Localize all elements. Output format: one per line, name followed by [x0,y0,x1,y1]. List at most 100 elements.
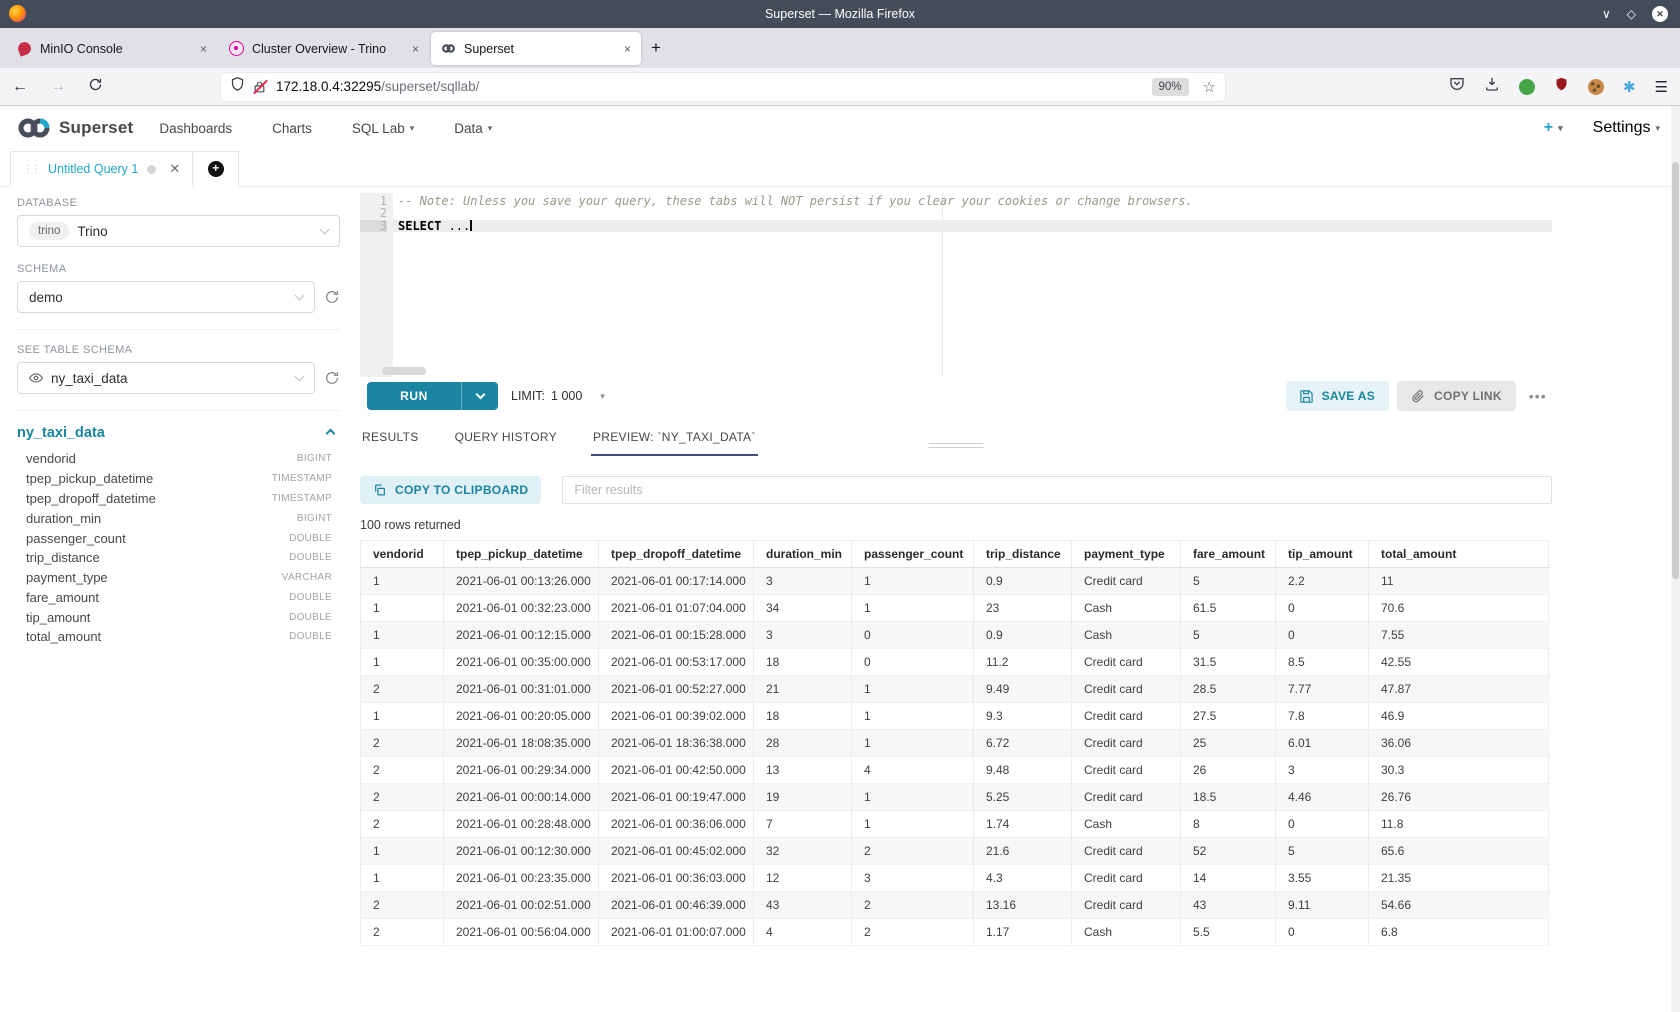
nav-sql-lab[interactable]: SQL Lab▾ [352,121,414,136]
header-cell[interactable]: fare_amount [1181,541,1276,568]
nav-charts[interactable]: Charts [272,121,312,136]
refresh-table-icon[interactable] [324,370,340,386]
pane-resize-handle[interactable] [929,443,984,451]
page-scrollbar[interactable] [1671,106,1680,1012]
database-select[interactable]: trino Trino [17,215,340,247]
cookie-icon[interactable] [1588,79,1604,95]
menu-icon[interactable]: ☰ [1655,78,1668,96]
table-schema-header[interactable]: ny_taxi_data [17,425,340,441]
table-row[interactable]: 12021-06-01 00:13:26.0002021-06-01 00:17… [361,568,1548,595]
editor-code-area[interactable]: -- Note: Unless you save your query, the… [393,193,1552,377]
new-tab-button[interactable]: + [642,33,670,63]
table-row[interactable]: 22021-06-01 00:29:34.0002021-06-01 00:42… [361,757,1548,784]
run-button[interactable]: RUN [367,382,498,410]
url-bar[interactable]: 172.18.0.4:32295/superset/sqllab/ 90% ☆ [221,73,1225,101]
table-row[interactable]: 22021-06-01 00:00:14.0002021-06-01 00:19… [361,784,1548,811]
url-text[interactable]: 172.18.0.4:32295/superset/sqllab/ [276,79,479,94]
table-row[interactable]: 12021-06-01 00:20:05.0002021-06-01 00:39… [361,703,1548,730]
header-cell[interactable]: tip_amount [1276,541,1369,568]
header-cell[interactable]: tpep_pickup_datetime [444,541,599,568]
more-actions-button[interactable]: ••• [1524,389,1552,404]
nav-dashboards[interactable]: Dashboards [159,121,232,136]
tab-close-icon[interactable]: × [412,42,419,56]
add-query-tab-button[interactable]: + [193,151,239,187]
header-cell[interactable]: tpep_dropoff_datetime [599,541,754,568]
table-row[interactable]: 12021-06-01 00:35:00.0002021-06-01 00:53… [361,649,1548,676]
header-cell[interactable]: trip_distance [974,541,1072,568]
tab-results[interactable]: RESULTS [360,428,421,456]
filter-results-input[interactable] [562,476,1552,504]
browser-tab-minio[interactable]: MinIO Console × [7,32,217,65]
column-name: payment_type [26,570,108,585]
cell: 70.6 [1369,595,1550,622]
column-item[interactable]: duration_minBIGINT [17,508,340,528]
cell: Credit card [1072,757,1181,784]
sql-editor[interactable]: 1 2 3 -- Note: Unless you save your quer… [360,193,1552,377]
browser-tab-superset[interactable]: Superset × [431,32,641,65]
header-cell[interactable]: passenger_count [852,541,974,568]
settings-menu[interactable]: Settings▾ [1593,119,1660,137]
copy-link-button[interactable]: COPY LINK [1397,381,1516,411]
header-cell[interactable]: payment_type [1072,541,1181,568]
table-select[interactable]: ny_taxi_data [17,362,315,394]
table-row[interactable]: 12021-06-01 00:12:30.0002021-06-01 00:45… [361,838,1548,865]
downloads-icon[interactable] [1484,76,1500,97]
cell: 43 [1181,892,1276,919]
reload-icon[interactable] [88,77,103,97]
drag-handle-icon[interactable]: ⋮⋮ [23,164,39,175]
tab-close-icon[interactable]: × [200,42,207,56]
table-row[interactable]: 12021-06-01 00:32:23.0002021-06-01 01:07… [361,595,1548,622]
column-item[interactable]: tpep_dropoff_datetimeTIMESTAMP [17,489,340,509]
scrollbar-thumb[interactable] [1672,162,1679,579]
column-item[interactable]: trip_distanceDOUBLE [17,548,340,568]
cell: 2021-06-01 00:39:02.000 [599,703,754,730]
nav-data[interactable]: Data▾ [454,121,492,136]
table-row[interactable]: 22021-06-01 00:02:51.0002021-06-01 00:46… [361,892,1548,919]
editor-hscrollbar[interactable] [382,367,426,375]
container-icon[interactable]: ✱ [1623,78,1636,96]
copy-to-clipboard-button[interactable]: COPY TO CLIPBOARD [360,476,541,504]
privacy-badger-icon[interactable] [1519,79,1535,95]
table-row[interactable]: 22021-06-01 00:56:04.0002021-06-01 01:00… [361,919,1548,946]
run-label[interactable]: RUN [367,382,461,410]
chevron-up-icon[interactable] [326,428,336,438]
shield-icon[interactable] [230,76,245,97]
query-tab[interactable]: ⋮⋮ Untitled Query 1 ✕ [10,151,193,187]
table-row[interactable]: 22021-06-01 00:28:48.0002021-06-01 00:36… [361,811,1548,838]
ublock-icon[interactable] [1554,76,1569,97]
tab-preview[interactable]: PREVIEW: `NY_TAXI_DATA` [591,428,758,456]
pocket-icon[interactable] [1449,76,1465,97]
lock-insecure-icon[interactable] [253,80,268,94]
table-row[interactable]: 12021-06-01 00:23:35.0002021-06-01 00:36… [361,865,1548,892]
table-row[interactable]: 22021-06-01 18:08:35.0002021-06-01 18:36… [361,730,1548,757]
table-row[interactable]: 22021-06-01 00:31:01.0002021-06-01 00:52… [361,676,1548,703]
refresh-schema-icon[interactable] [324,289,340,305]
back-icon[interactable]: ← [12,78,28,96]
bookmark-star-icon[interactable]: ☆ [1203,78,1216,96]
header-cell[interactable]: total_amount [1369,541,1550,568]
column-item[interactable]: passenger_countDOUBLE [17,528,340,548]
header-cell[interactable]: duration_min [754,541,852,568]
limit-dropdown[interactable]: LIMIT: 1 000 ▾ [511,389,605,403]
column-item[interactable]: total_amountDOUBLE [17,627,340,647]
superset-logo[interactable]: Superset [16,116,133,140]
query-tab-close-icon[interactable]: ✕ [169,161,180,177]
column-item[interactable]: vendoridBIGINT [17,449,340,469]
run-dropdown-button[interactable] [461,382,498,410]
window-close-icon[interactable]: ✕ [1652,6,1668,22]
column-item[interactable]: tpep_pickup_datetimeTIMESTAMP [17,469,340,489]
save-as-button[interactable]: SAVE AS [1286,381,1389,411]
column-item[interactable]: fare_amountDOUBLE [17,587,340,607]
column-item[interactable]: tip_amountDOUBLE [17,607,340,627]
tab-close-icon[interactable]: × [624,42,631,56]
window-maximize-icon[interactable]: ◇ [1627,7,1636,21]
schema-select[interactable]: demo [17,281,315,313]
header-cell[interactable]: vendorid [361,541,444,568]
new-item-button[interactable]: +▾ [1544,119,1563,137]
column-item[interactable]: payment_typeVARCHAR [17,568,340,588]
browser-tab-trino[interactable]: Cluster Overview - Trino × [219,32,429,65]
window-minimize-icon[interactable]: ∨ [1602,7,1611,21]
tab-query-history[interactable]: QUERY HISTORY [453,428,559,456]
table-row[interactable]: 12021-06-01 00:12:15.0002021-06-01 00:15… [361,622,1548,649]
zoom-level-badge[interactable]: 90% [1152,78,1189,96]
